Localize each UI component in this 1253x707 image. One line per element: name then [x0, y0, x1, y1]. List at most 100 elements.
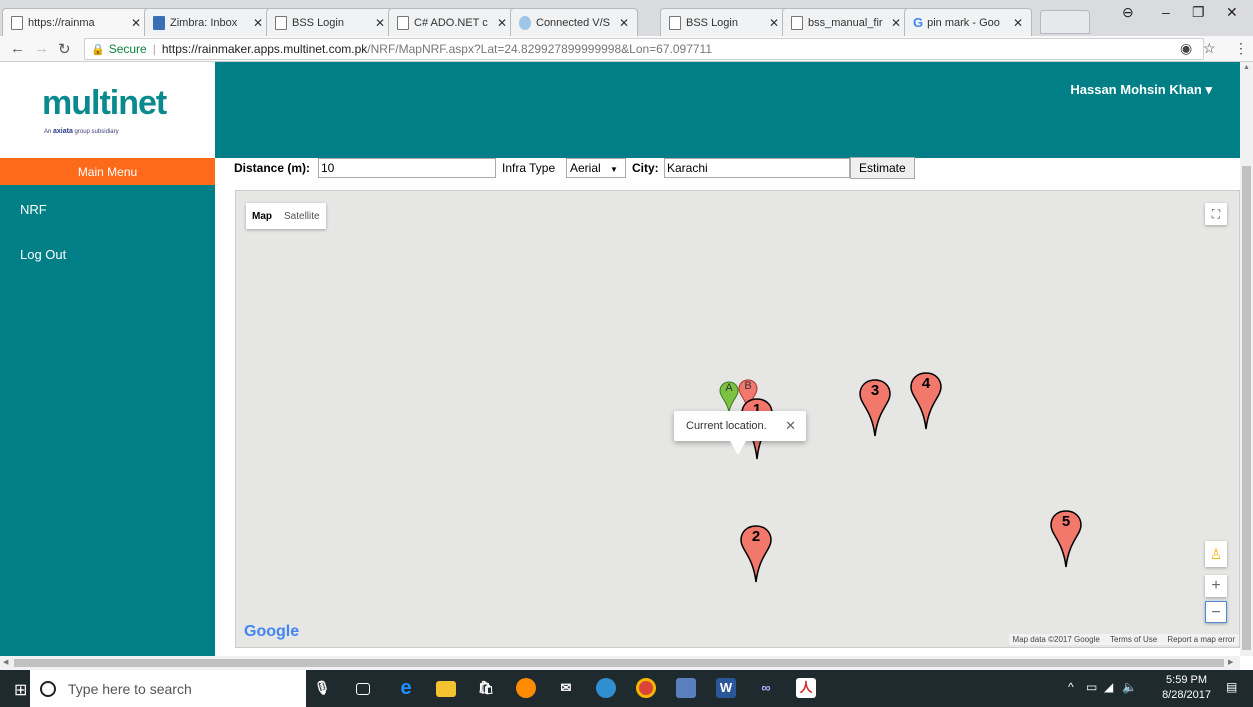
close-tab-icon[interactable]: ✕: [619, 16, 629, 30]
pegman-icon[interactable]: ♙: [1205, 541, 1227, 567]
marker-4[interactable]: 4: [909, 371, 943, 430]
zoom-out-button[interactable]: −: [1205, 601, 1227, 623]
horizontal-scrollbar[interactable]: ◀ ▶: [0, 656, 1240, 670]
tab-label: BSS Login: [292, 16, 344, 29]
firefox-icon[interactable]: [516, 678, 536, 698]
city-label: City:: [632, 161, 659, 175]
estimate-button[interactable]: Estimate: [850, 157, 915, 179]
page-icon: [275, 15, 287, 30]
map-data-text: Map data ©2017 Google: [1012, 635, 1100, 644]
tray-chevron-icon[interactable]: ^: [1068, 680, 1074, 694]
tab-bss-login-2[interactable]: BSS Login ✕: [660, 8, 788, 36]
secure-label: Secure: [108, 42, 147, 56]
tab-label: pin mark - Goo: [927, 16, 1000, 29]
user-name: Hassan Mohsin Khan: [1070, 82, 1202, 97]
sidebar: Main Menu NRF Log Out: [0, 158, 215, 656]
cortana-icon: [40, 680, 56, 697]
tab-rainmaker[interactable]: https://rainma ✕: [2, 8, 150, 36]
horizontal-scroll-thumb[interactable]: [14, 659, 1224, 667]
chrome-icon[interactable]: [636, 678, 656, 698]
infra-type-value: Aerial: [570, 161, 601, 175]
report-map-error-link[interactable]: Report a map error: [1167, 635, 1235, 644]
bookmark-star-icon[interactable]: ☆: [1203, 40, 1216, 57]
marker-label: B: [744, 380, 752, 392]
logo-text: multinet: [42, 84, 167, 122]
scroll-left-icon[interactable]: ◀: [3, 658, 8, 666]
tab-label: bss_manual_fir: [808, 16, 883, 29]
edge-icon[interactable]: e: [396, 678, 416, 698]
menu-dots-icon[interactable]: ⋮: [1234, 40, 1248, 57]
tab-zimbra[interactable]: Zimbra: Inbox ✕: [144, 8, 272, 36]
microphone-icon[interactable]: 🎙: [312, 678, 332, 698]
close-window-icon[interactable]: ✕: [1226, 4, 1238, 21]
battery-icon[interactable]: ▭: [1086, 680, 1097, 694]
file-explorer-icon[interactable]: [436, 681, 456, 697]
map-type-map-button[interactable]: Map: [246, 203, 278, 229]
map-canvas[interactable]: Map Satellite ⛶ A B 1 2 3 4 5 Current lo…: [235, 190, 1240, 648]
notifications-icon[interactable]: ▤: [1226, 680, 1237, 694]
marker-label: 2: [751, 528, 761, 545]
fullscreen-icon[interactable]: ⛶: [1205, 203, 1227, 225]
word-icon[interactable]: W: [716, 678, 736, 698]
main-menu-header: Main Menu: [0, 158, 215, 185]
minimize-icon[interactable]: –: [1162, 4, 1170, 20]
map-type-satellite-button[interactable]: Satellite: [278, 203, 326, 229]
tab-connected[interactable]: Connected V/S ✕: [510, 8, 638, 36]
url-field[interactable]: 🔒 Secure | https://rainmaker.apps.multin…: [84, 38, 1204, 60]
store-icon[interactable]: 🛍: [476, 678, 496, 698]
terms-of-use-link[interactable]: Terms of Use: [1110, 635, 1157, 644]
distance-input[interactable]: 10: [318, 158, 496, 178]
marker-3[interactable]: 3: [858, 378, 892, 437]
marker-5[interactable]: 5: [1049, 509, 1083, 568]
tab-label: Zimbra: Inbox: [170, 16, 238, 29]
scroll-up-icon[interactable]: ▲: [1243, 64, 1250, 71]
tab-pin-mark[interactable]: G pin mark - Goo ✕: [904, 8, 1032, 36]
tab-bss-login[interactable]: BSS Login ✕: [266, 8, 394, 36]
close-tab-icon[interactable]: ✕: [131, 16, 141, 30]
page-icon: [397, 15, 409, 30]
city-input[interactable]: Karachi: [664, 158, 850, 178]
task-view-icon[interactable]: [356, 683, 370, 695]
location-icon[interactable]: ◉: [1180, 40, 1192, 57]
new-tab-button[interactable]: [1040, 10, 1090, 34]
tab-label: https://rainma: [28, 16, 95, 29]
taskbar-search[interactable]: Type here to search: [30, 670, 306, 707]
close-icon[interactable]: ✕: [785, 418, 796, 434]
mail-icon[interactable]: ✉: [556, 678, 576, 698]
restore-icon[interactable]: ❐: [1192, 4, 1205, 21]
close-tab-icon[interactable]: ✕: [375, 16, 385, 30]
user-menu[interactable]: Hassan Mohsin Khan ▾: [1070, 82, 1212, 98]
close-tab-icon[interactable]: ✕: [497, 16, 507, 30]
tool-icon[interactable]: [676, 678, 696, 698]
tab-bss-manual[interactable]: bss_manual_fir ✕: [782, 8, 910, 36]
vertical-scrollbar[interactable]: ▲: [1240, 62, 1253, 656]
marker-2[interactable]: 2: [739, 524, 773, 583]
volume-icon[interactable]: 🔈: [1122, 680, 1137, 694]
close-tab-icon[interactable]: ✕: [253, 16, 263, 30]
reload-icon[interactable]: ↻: [58, 40, 71, 58]
marker-label: 5: [1061, 513, 1071, 530]
logo[interactable]: multinet An axiata group subsidiary: [0, 62, 215, 158]
infinity-icon[interactable]: ∞: [756, 678, 776, 698]
sidebar-item-nrf[interactable]: NRF: [20, 202, 47, 217]
sidebar-item-logout[interactable]: Log Out: [20, 247, 66, 262]
forward-icon[interactable]: →: [34, 40, 49, 57]
infra-type-select[interactable]: Aerial ▼: [566, 158, 626, 178]
zoom-in-button[interactable]: +: [1205, 575, 1227, 597]
page-icon: [791, 15, 803, 30]
wifi-icon[interactable]: ◢: [1104, 680, 1113, 694]
system-clock[interactable]: 5:59 PM 8/28/2017: [1162, 673, 1211, 703]
app-icon[interactable]: [596, 678, 616, 698]
windows-start-icon[interactable]: ⊞: [14, 680, 27, 700]
scroll-right-icon[interactable]: ▶: [1228, 658, 1233, 666]
url-host: https://rainmaker.apps.multinet.com.pk: [161, 42, 368, 56]
lock-icon: 🔒: [91, 43, 105, 56]
close-tab-icon[interactable]: ✕: [891, 16, 901, 30]
tab-ado-net[interactable]: C# ADO.NET c ✕: [388, 8, 516, 36]
profile-icon[interactable]: ⊖: [1122, 4, 1134, 21]
vertical-scroll-thumb[interactable]: [1242, 166, 1251, 650]
close-tab-icon[interactable]: ✕: [1013, 16, 1023, 30]
acrobat-icon[interactable]: 人: [796, 678, 816, 698]
close-tab-icon[interactable]: ✕: [769, 16, 779, 30]
back-icon[interactable]: ←: [10, 40, 25, 57]
